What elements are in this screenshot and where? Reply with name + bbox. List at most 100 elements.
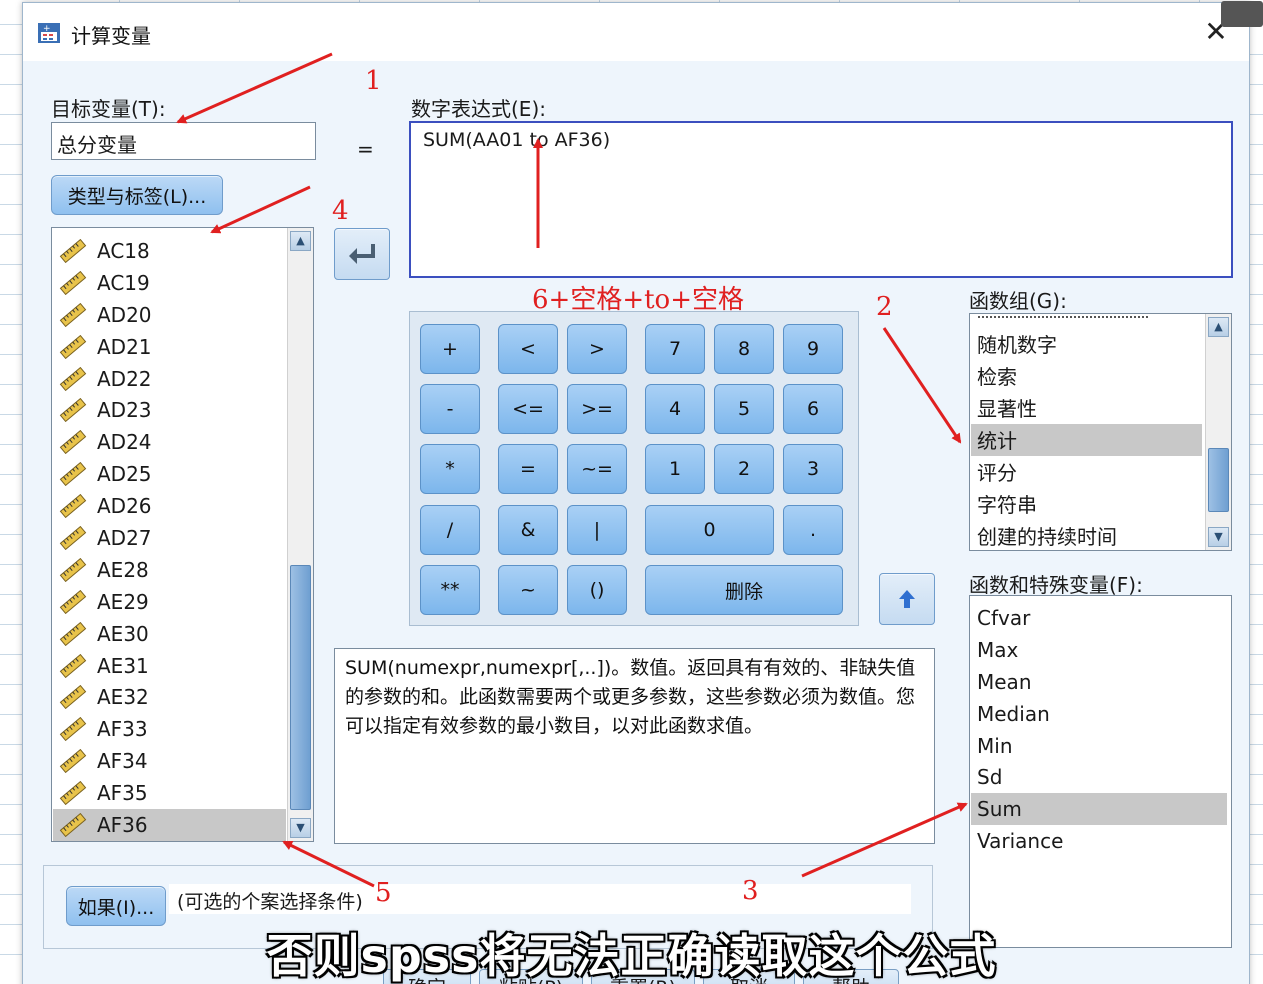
function-item[interactable]: Sd (971, 761, 1227, 793)
scroll-down-arrow-icon[interactable]: ▼ (290, 818, 311, 838)
function-item[interactable]: Variance (971, 825, 1227, 857)
function-item[interactable]: Median (971, 698, 1227, 730)
ruler-icon (59, 749, 87, 774)
scroll-up-arrow-icon[interactable]: ▲ (290, 231, 311, 251)
equals-sign: = (357, 137, 374, 161)
key-4[interactable]: 4 (645, 384, 705, 434)
function-group-item[interactable]: 字符串 (971, 487, 1202, 519)
variable-item-label: AC19 (97, 270, 150, 295)
ruler-icon (59, 557, 87, 582)
function-group-item[interactable]: 检索 (971, 360, 1202, 392)
variable-item[interactable]: AF36 (53, 809, 286, 841)
variable-item-label: AD27 (97, 525, 152, 550)
key-1[interactable]: 1 (645, 444, 705, 494)
key-2[interactable]: 2 (714, 444, 774, 494)
variable-item-label: AD23 (97, 398, 152, 423)
key-decimal[interactable]: . (783, 505, 843, 555)
variable-item[interactable]: AD22 (53, 363, 286, 395)
target-variable-input[interactable]: 总分变量 (51, 122, 316, 160)
variable-item[interactable]: AE28 (53, 554, 286, 586)
return-arrow-icon (349, 244, 375, 264)
variable-item-label: AD25 (97, 462, 152, 487)
key-and[interactable]: & (498, 505, 558, 555)
key-less-than[interactable]: < (498, 324, 558, 374)
key-not-equal[interactable]: ~= (567, 444, 627, 494)
variable-item[interactable]: AC19 (53, 267, 286, 299)
key-greater-equal[interactable]: >= (567, 384, 627, 434)
ruler-icon (59, 494, 87, 519)
move-to-target-button[interactable] (334, 228, 390, 280)
variable-item[interactable]: AC18 (53, 235, 286, 267)
key-multiply[interactable]: * (420, 444, 480, 494)
ruler-icon (59, 812, 87, 837)
key-3[interactable]: 3 (783, 444, 843, 494)
variable-item-label: AE31 (97, 653, 149, 678)
key-8[interactable]: 8 (714, 324, 774, 374)
key-6[interactable]: 6 (783, 384, 843, 434)
annotation-number-3: 3 (742, 876, 759, 906)
key-power[interactable]: ** (420, 565, 480, 615)
variable-item[interactable]: AE31 (53, 650, 286, 682)
variable-item[interactable]: AD25 (53, 458, 286, 490)
key-minus[interactable]: - (420, 384, 480, 434)
function-item[interactable]: Cfvar (971, 602, 1227, 634)
annotation-number-1: 1 (365, 66, 382, 96)
functions-label: 函数和特殊变量(F): (969, 573, 1143, 597)
scroll-up-arrow-icon[interactable]: ▲ (1208, 317, 1229, 337)
move-up-button[interactable] (879, 573, 935, 625)
function-item[interactable]: Max (971, 634, 1227, 666)
annotation-number-4: 4 (332, 196, 349, 226)
key-less-equal[interactable]: <= (498, 384, 558, 434)
function-group-item[interactable]: 创建的持续时间 (971, 519, 1202, 550)
variable-list[interactable]: AC18 AC19 AD20 AD21 AD22 AD23 AD24 AD25 AD26 AD27… (51, 227, 314, 842)
variable-item[interactable]: AD27 (53, 522, 286, 554)
function-group-scrollbar[interactable]: ▲ ▼ (1205, 314, 1231, 550)
function-group-item[interactable]: 评分 (971, 456, 1202, 488)
variable-item[interactable]: AF34 (53, 745, 286, 777)
scroll-thumb[interactable] (290, 565, 311, 810)
variable-item[interactable]: AF35 (53, 777, 286, 809)
function-group-item[interactable]: 显著性 (971, 392, 1202, 424)
scroll-down-arrow-icon[interactable]: ▼ (1208, 527, 1229, 547)
numeric-expression-input[interactable]: SUM(AA01 to AF36) (409, 121, 1233, 278)
variable-item[interactable]: AD24 (53, 426, 286, 458)
ruler-icon (59, 334, 87, 359)
key-greater-than[interactable]: > (567, 324, 627, 374)
variable-item-label: AD21 (97, 334, 152, 359)
function-group-item[interactable]: 随机数字 (971, 328, 1202, 360)
variable-item[interactable]: AD20 (53, 299, 286, 331)
variable-item-label: AF33 (97, 717, 148, 742)
variable-item[interactable]: AD26 (53, 490, 286, 522)
variable-item[interactable]: AD23 (53, 394, 286, 426)
key-equals[interactable]: = (498, 444, 558, 494)
key-7[interactable]: 7 (645, 324, 705, 374)
key-or[interactable]: | (567, 505, 627, 555)
key-0[interactable]: 0 (645, 505, 774, 555)
variable-item[interactable]: AE32 (53, 681, 286, 713)
key-9[interactable]: 9 (783, 324, 843, 374)
function-item[interactable]: Sum (971, 793, 1227, 826)
key-not[interactable]: ~ (498, 565, 558, 615)
key-delete[interactable]: 删除 (645, 565, 843, 615)
key-plus[interactable]: + (420, 324, 480, 374)
variable-item-label: AF35 (97, 781, 148, 806)
type-and-label-button[interactable]: 类型与标签(L)... (51, 175, 223, 215)
function-group-item[interactable]: 统计 (971, 423, 1202, 456)
variable-item-label: AD24 (97, 430, 152, 455)
variable-item[interactable]: AD21 (53, 331, 286, 363)
scroll-thumb[interactable] (1208, 448, 1229, 512)
variable-list-scrollbar[interactable]: ▲ ▼ (287, 228, 313, 841)
key-divide[interactable]: / (420, 505, 480, 555)
svg-text:+: + (43, 24, 51, 34)
function-item[interactable]: Mean (971, 666, 1227, 698)
function-item[interactable]: Min (971, 730, 1227, 762)
variable-item[interactable]: AE30 (53, 618, 286, 650)
variable-item[interactable]: AF33 (53, 713, 286, 745)
variable-item[interactable]: AE29 (53, 586, 286, 618)
annotation-number-2: 2 (876, 292, 893, 322)
key-5[interactable]: 5 (714, 384, 774, 434)
key-parentheses[interactable]: () (567, 565, 627, 615)
ruler-icon (59, 781, 87, 806)
functions-list[interactable]: Cfvar Max Mean Median Min Sd Sum Variance (969, 595, 1232, 948)
function-group-list[interactable]: 随机数字 检索 显著性 统计 评分 字符串 创建的持续时间 ▲ ▼ (969, 313, 1232, 551)
